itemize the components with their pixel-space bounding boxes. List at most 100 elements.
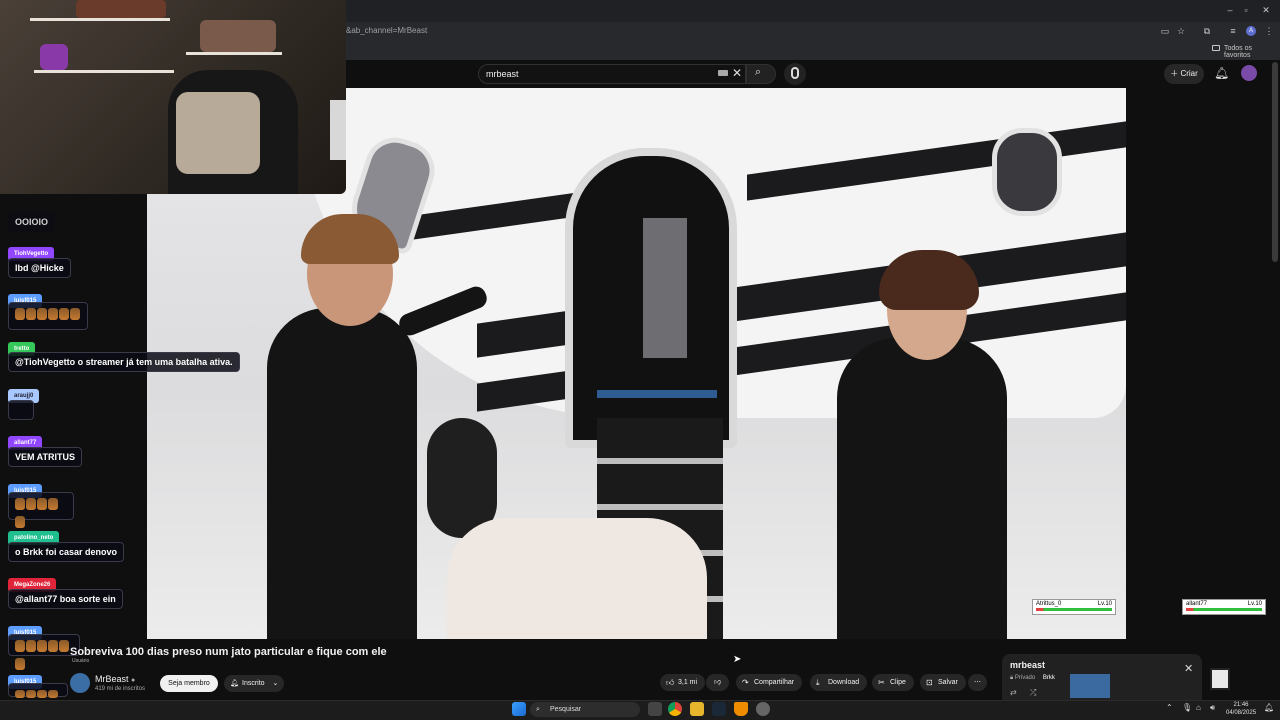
subscriber-count: 419 mi de inscritos [95,686,146,692]
more-icon: ⋯ [974,679,981,686]
chrome-icon[interactable] [668,702,682,716]
close-window-icon[interactable]: ✕ [1260,5,1272,16]
microphone-icon [791,67,799,79]
landing-gear [427,418,497,538]
create-label: Criar [1180,69,1198,78]
create-button[interactable]: ＋ Criar [1164,64,1204,84]
door-frame [330,100,346,160]
profile-avatar[interactable]: A [1246,26,1256,36]
download-button[interactable]: ⤓ Download [810,674,868,691]
overlay-card-name: allant77 [1186,601,1208,607]
overlay-card-hp-bar [1036,608,1112,611]
plus-icon: ＋ [1170,69,1179,78]
verified-icon: ● [131,677,136,684]
file-explorer-icon[interactable] [690,702,704,716]
scissors-icon: ✂ [878,678,885,687]
notification-center-icon[interactable]: 🔔︎ [1264,703,1274,712]
thumbs-up-icon: 👍︎ [666,678,675,687]
tray-volume-icon[interactable]: 🔊︎ [1210,703,1215,713]
url-text[interactable]: &ab_channel=MrBeast [346,26,427,35]
like-button[interactable]: 👍︎ 3,1 mi [660,674,706,691]
tray-network-icon[interactable]: ⌂ [1196,703,1201,712]
overlay-card-atrittus: Atrittus_0 Lv.10 [1032,599,1116,615]
chevron-down-icon: ⌄ [272,680,279,687]
share-icon: ↷ [742,678,749,687]
chat-emotes [8,302,88,330]
chat-message: lbd @Hicke [8,258,71,278]
figurine-row [200,20,276,52]
star-icon[interactable]: ☆ [1176,26,1186,36]
search-icon: ⌕ [536,706,540,713]
chair-cushion [176,92,260,174]
save-button[interactable]: ⊡ Salvar [920,674,966,691]
search-query[interactable]: mrbeast [486,69,519,79]
account-avatar[interactable] [1241,65,1257,81]
chat-tag: Usuário [72,658,90,664]
subscribed-button[interactable]: 🔔︎ Inscrito ⌄ [224,675,284,692]
bookmarks-folder[interactable]: Todos os favoritos [1224,45,1280,59]
keyboard-icon[interactable] [718,70,728,76]
air-hose [447,518,707,639]
extensions-icon[interactable]: ⧉ [1202,26,1212,36]
bell-icon: 🔔︎ [230,680,239,687]
overlay-card-name: Atrittus_0 [1036,601,1062,607]
download-icon: ⤓ [816,678,820,687]
channel-avatar[interactable] [70,673,90,693]
thumbs-down-icon: 👎︎ [714,679,722,686]
streamer-webcam [0,0,346,194]
share-button[interactable]: ↷ Compartilhar [736,674,803,691]
chat-message: @allant77 boa sorte ein [8,589,123,609]
loop-icon[interactable]: ⇄ [1010,688,1017,697]
person-right [837,338,1007,639]
chat-emotes [8,492,74,528]
playlist-title[interactable]: mrbeast [1010,660,1045,670]
vlc-icon[interactable] [734,702,748,716]
channel-name[interactable]: MrBeast ● [95,674,135,684]
more-actions-button[interactable]: ⋯ [968,674,987,691]
maximize-icon[interactable]: ▫ [1240,5,1252,15]
media-icon[interactable]: ≡ [1228,26,1238,36]
wall-shelf [186,52,282,55]
jet-interior-panel [643,218,687,358]
overlay-card-level: Lv.10 [1097,601,1112,607]
taskbar-search[interactable]: ⌕ Pesquisar [530,702,640,717]
obs-icon[interactable] [756,702,770,716]
folder-icon [1212,45,1220,51]
chat-overlay: OOIOIO TiohVegetto lbd @Hicke luisf015 t… [0,194,240,700]
chat-emotes [8,683,68,698]
jet-window [992,128,1062,216]
browser-menu-icon[interactable]: ⋮ [1264,26,1274,36]
figurine [40,44,68,70]
chat-message [8,400,34,420]
task-view-icon[interactable] [648,702,662,716]
shuffle-icon[interactable]: ⤮ [1030,688,1036,698]
cast-icon[interactable]: ▭ [1160,26,1170,36]
close-panel-icon[interactable]: ✕ [1184,662,1193,675]
notifications-bell-icon[interactable]: 🔔︎ [1214,66,1229,80]
taskbar-clock[interactable]: 21:46 04/08/2025 [1226,701,1256,717]
minimize-icon[interactable]: – [1224,5,1236,15]
bookmark-icon: ⊡ [926,678,933,687]
steam-icon[interactable] [712,702,726,716]
dislike-button[interactable]: 👎︎ [706,674,730,691]
clear-search-icon[interactable]: ✕ [732,66,742,80]
jet-interior-light [597,390,717,398]
pixel-art-avatar [1210,668,1230,690]
person-left [267,308,417,639]
playlist-privacy: 🔒︎ Privado Brkk [1010,675,1055,681]
page-scrollbar[interactable] [1272,62,1278,262]
wall-shelf [34,70,174,73]
overlay-card-hp-bar [1186,608,1262,611]
chat-message: VEM ATRITUS [8,447,82,467]
windows-start-icon[interactable] [512,702,526,716]
tray-mic-icon[interactable]: 🎙︎ [1182,703,1192,712]
subscribed-label: Inscrito [242,680,265,687]
clip-button[interactable]: ✂ Clipe [872,674,914,691]
search-icon: ⌕ [755,66,762,78]
chat-message-partial: OOIOIO [8,212,56,232]
overlay-card-level: Lv.10 [1247,601,1262,607]
windows-taskbar [0,700,1280,720]
join-button[interactable]: Seja membro [160,675,218,692]
tray-chevron-icon[interactable]: ⌃ [1166,703,1173,712]
playlist-thumbnail[interactable] [1070,674,1110,698]
